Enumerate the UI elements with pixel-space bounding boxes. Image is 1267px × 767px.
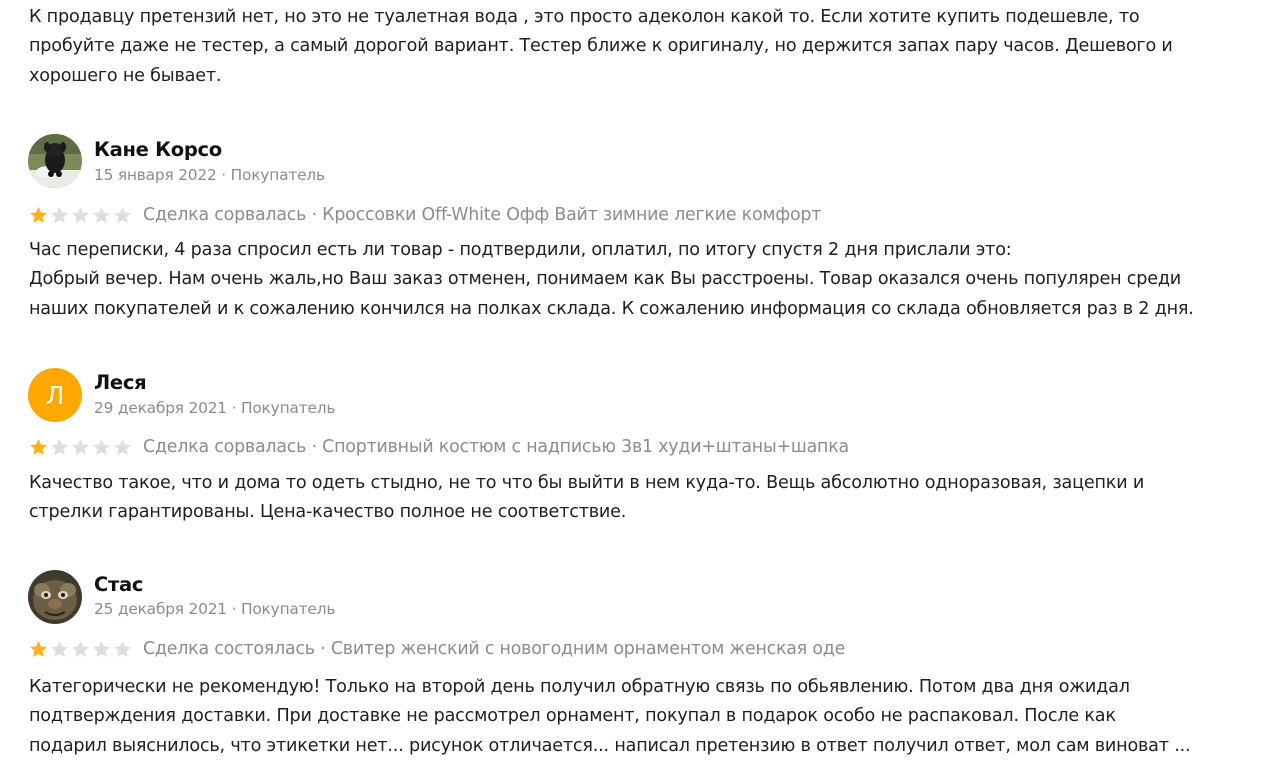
- rating-row: Сделка состоялась · Свитер женский с нов…: [28, 637, 845, 661]
- star-icon: [114, 206, 131, 223]
- star-icon: [72, 640, 89, 657]
- star-icon: [51, 206, 68, 223]
- review-date-role: 29 декабря 2021 · Покупатель: [94, 399, 336, 417]
- star-icon: [93, 206, 110, 223]
- star-icon: [93, 438, 110, 455]
- review-text: Категорически не рекомендую! Только на в…: [29, 677, 1191, 756]
- cartoon-character-avatar: [28, 570, 82, 624]
- review-date-role: 15 января 2022 · Покупатель: [94, 166, 325, 184]
- avatar[interactable]: Л: [28, 368, 82, 422]
- star-icon: [114, 438, 131, 455]
- dog-photo-avatar: [28, 134, 82, 188]
- author-name[interactable]: Кане Корсо: [94, 138, 222, 161]
- review-text: Час переписки, 4 раза спросил есть ли то…: [29, 240, 1194, 319]
- rating-stars: [28, 639, 133, 660]
- star-icon: [30, 640, 47, 657]
- rating-stars: [28, 437, 133, 458]
- deal-status-item-link[interactable]: Сделка сорвалась · Кроссовки Off-White О…: [143, 205, 821, 225]
- star-icon: [114, 640, 131, 657]
- author-name[interactable]: Стас: [94, 573, 143, 596]
- star-icon: [72, 438, 89, 455]
- review-date-role: 25 декабря 2021 · Покупатель: [94, 600, 336, 618]
- star-icon: [72, 206, 89, 223]
- avatar[interactable]: [28, 570, 82, 624]
- author-name[interactable]: Леся: [94, 371, 147, 394]
- review-text: Качество такое, что и дома то одеть стыд…: [29, 473, 1145, 523]
- rating-row: Сделка сорвалась · Кроссовки Off-White О…: [28, 203, 821, 227]
- rating-row: Сделка сорвалась · Спортивный костюм с н…: [28, 435, 849, 459]
- deal-status-item-link[interactable]: Сделка состоялась · Свитер женский с нов…: [143, 639, 845, 659]
- deal-status-item-link[interactable]: Сделка сорвалась · Спортивный костюм с н…: [143, 437, 849, 457]
- star-icon: [93, 640, 110, 657]
- star-icon: [51, 438, 68, 455]
- rating-stars: [28, 205, 133, 226]
- star-icon: [51, 640, 68, 657]
- star-icon: [30, 438, 47, 455]
- review-text: К продавцу претензий нет, но это не туал…: [29, 7, 1173, 86]
- star-icon: [30, 206, 47, 223]
- avatar[interactable]: [28, 134, 82, 188]
